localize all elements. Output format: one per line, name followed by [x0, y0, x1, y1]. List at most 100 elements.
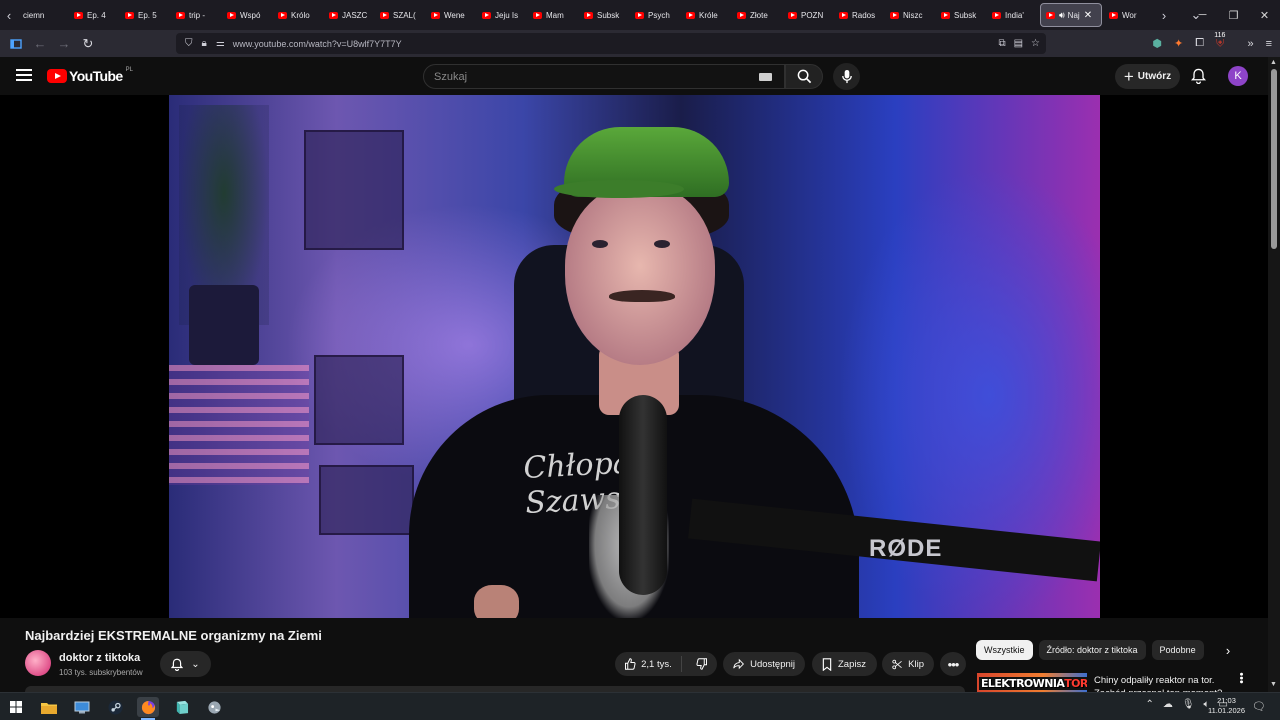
scroll-thumb[interactable]: [1271, 69, 1277, 249]
permissions-icon[interactable]: ⚌: [216, 38, 225, 49]
reader-view-icon[interactable]: ▤: [1014, 38, 1023, 49]
filter-chip[interactable]: Wszystkie: [976, 640, 1033, 660]
extension-fox-icon[interactable]: ✦: [1174, 37, 1183, 50]
forward-icon[interactable]: →: [52, 33, 76, 55]
channel-name[interactable]: doktor z tiktoka: [59, 652, 140, 664]
onedrive-icon[interactable]: ☁: [1163, 699, 1173, 710]
search-icon: [797, 69, 811, 84]
microphone-tray-icon[interactable]: 🎙︎: [1182, 699, 1195, 710]
picture-in-picture-icon[interactable]: ⧉: [998, 38, 1005, 49]
browser-tab[interactable]: Wspó: [222, 0, 273, 30]
recommendation-menu-icon[interactable]: •••: [1235, 672, 1247, 684]
thumbs-down-icon: [696, 658, 708, 670]
search-input[interactable]: Szukaj: [423, 64, 785, 89]
save-button[interactable]: Zapisz: [812, 652, 877, 676]
clock-time: 21:03: [1217, 696, 1236, 705]
browser-tab[interactable]: Ep. 5: [120, 0, 171, 30]
lock-icon[interactable]: 🔒︎: [202, 38, 207, 49]
browser-tab[interactable]: Niszc: [885, 0, 936, 30]
tab-label: JASZC: [342, 10, 368, 20]
chevron-down-icon: ⌄: [191, 658, 200, 670]
recommendation-title[interactable]: Chiny odpaliły reaktor na tor. Zachód pr…: [1094, 674, 1224, 693]
browser-tab[interactable]: ciemn: [18, 0, 69, 30]
scroll-up-icon[interactable]: ▲: [1270, 59, 1277, 66]
browser-tab[interactable]: Subsk: [579, 0, 630, 30]
voice-search-button[interactable]: [833, 63, 860, 90]
mic-brand-text: RØDE: [869, 535, 943, 562]
bookmark-icon: [822, 657, 832, 671]
restore-icon[interactable]: ❐: [1218, 9, 1249, 22]
notifications-bell-icon[interactable]: [1190, 68, 1207, 89]
steam-icon[interactable]: [104, 697, 126, 717]
dislike-button[interactable]: [688, 658, 717, 670]
more-actions-icon[interactable]: •••: [940, 652, 966, 676]
url-text[interactable]: www.youtube.com/watch?v=U8wlf7Y7T7Y: [233, 39, 402, 49]
tabs-scroll-right-icon[interactable]: ›: [1155, 0, 1173, 30]
sidebar-toggle-icon[interactable]: [4, 33, 28, 55]
browser-tab-active[interactable]: 🔊︎ Naj ✕: [1040, 3, 1102, 27]
browser-tab[interactable]: India': [987, 0, 1038, 30]
browser-tab[interactable]: Mam: [528, 0, 579, 30]
clip-button[interactable]: Klip: [882, 652, 934, 676]
file-explorer-icon[interactable]: [38, 697, 60, 717]
extension-ublock-icon[interactable]: ⛨116: [1214, 31, 1235, 51]
keyboard-icon[interactable]: [759, 73, 772, 81]
share-button[interactable]: Udostępnij: [723, 652, 805, 676]
back-icon[interactable]: ←: [28, 33, 52, 55]
video-title: Najbardziej EKSTREMALNE organizmy na Zie…: [25, 628, 322, 643]
browser-tab[interactable]: JASZC: [324, 0, 375, 30]
like-button[interactable]: 2,1 tys.: [615, 656, 682, 672]
browser-tab[interactable]: Złote: [732, 0, 783, 30]
guide-menu-icon[interactable]: [16, 69, 32, 81]
browser-tab[interactable]: Psych: [630, 0, 681, 30]
extension-shield-icon[interactable]: ⬢: [1152, 37, 1162, 50]
bookmark-star-icon[interactable]: ☆: [1031, 38, 1040, 49]
tab-label: Mam: [546, 10, 564, 20]
app-menu-icon[interactable]: ≡: [1266, 38, 1272, 50]
youtube-favicon-icon: [329, 11, 338, 19]
subscription-bell-button[interactable]: ⌄: [160, 651, 211, 677]
tray-expand-icon[interactable]: ⌃: [1145, 699, 1153, 710]
search-button[interactable]: [785, 64, 823, 89]
overflow-menu-icon[interactable]: »: [1247, 38, 1253, 50]
account-avatar[interactable]: K: [1228, 66, 1248, 86]
browser-tab[interactable]: Subsk: [936, 0, 987, 30]
page-scrollbar[interactable]: ▲ ▼: [1268, 57, 1280, 692]
browser-tab[interactable]: trip -: [171, 0, 222, 30]
this-pc-icon[interactable]: [71, 697, 93, 717]
browser-tab[interactable]: Wor: [1104, 0, 1155, 30]
address-bar[interactable]: ⛉ 🔒︎ ⚌ www.youtube.com/watch?v=U8wlf7Y7T…: [176, 33, 1046, 54]
speaker-icon[interactable]: 🔊︎: [1059, 10, 1065, 21]
scroll-down-icon[interactable]: ▼: [1270, 681, 1277, 688]
notifications-icon[interactable]: 🗨︎: [1252, 700, 1266, 713]
taskbar-clock[interactable]: 21:03 11.01.2026: [1208, 696, 1245, 716]
close-window-icon[interactable]: ✕: [1249, 9, 1280, 22]
start-windows-icon[interactable]: [5, 697, 27, 717]
video-player[interactable]: Chłopaki Szawski RØDE: [0, 95, 1268, 618]
create-button[interactable]: + Utwórz: [1115, 64, 1180, 89]
browser-tab[interactable]: Wene: [426, 0, 477, 30]
minimize-icon[interactable]: ─: [1187, 9, 1218, 21]
close-tab-icon[interactable]: ✕: [1084, 10, 1092, 21]
tracking-shield-icon[interactable]: ⛉: [185, 38, 193, 49]
browser-tab[interactable]: POZN: [783, 0, 834, 30]
firefox-icon[interactable]: [137, 697, 159, 720]
chevron-right-icon[interactable]: ›: [1220, 642, 1236, 658]
video-frame[interactable]: Chłopaki Szawski RØDE: [169, 95, 1100, 618]
browser-tab[interactable]: Jeju Is: [477, 0, 528, 30]
extensions-puzzle-icon[interactable]: ⧠: [1195, 37, 1204, 50]
youtube-favicon-icon: [278, 11, 287, 19]
browser-tab[interactable]: Króle: [681, 0, 732, 30]
app-cube-icon[interactable]: [170, 697, 192, 717]
browser-tab[interactable]: Królo: [273, 0, 324, 30]
app-bird-icon[interactable]: [203, 697, 225, 717]
filter-chip[interactable]: Podobne: [1151, 640, 1204, 660]
browser-tab[interactable]: Ep. 4: [69, 0, 120, 30]
tabs-scroll-left-icon[interactable]: ‹: [0, 0, 18, 30]
channel-avatar[interactable]: [25, 650, 51, 676]
reload-icon[interactable]: ↻: [76, 33, 100, 55]
youtube-logo[interactable]: YouTube PL: [47, 67, 133, 84]
filter-chip[interactable]: Źródło: doktor z tiktoka: [1038, 640, 1146, 660]
browser-tab[interactable]: Rados: [834, 0, 885, 30]
browser-tab[interactable]: SZAL(: [375, 0, 426, 30]
